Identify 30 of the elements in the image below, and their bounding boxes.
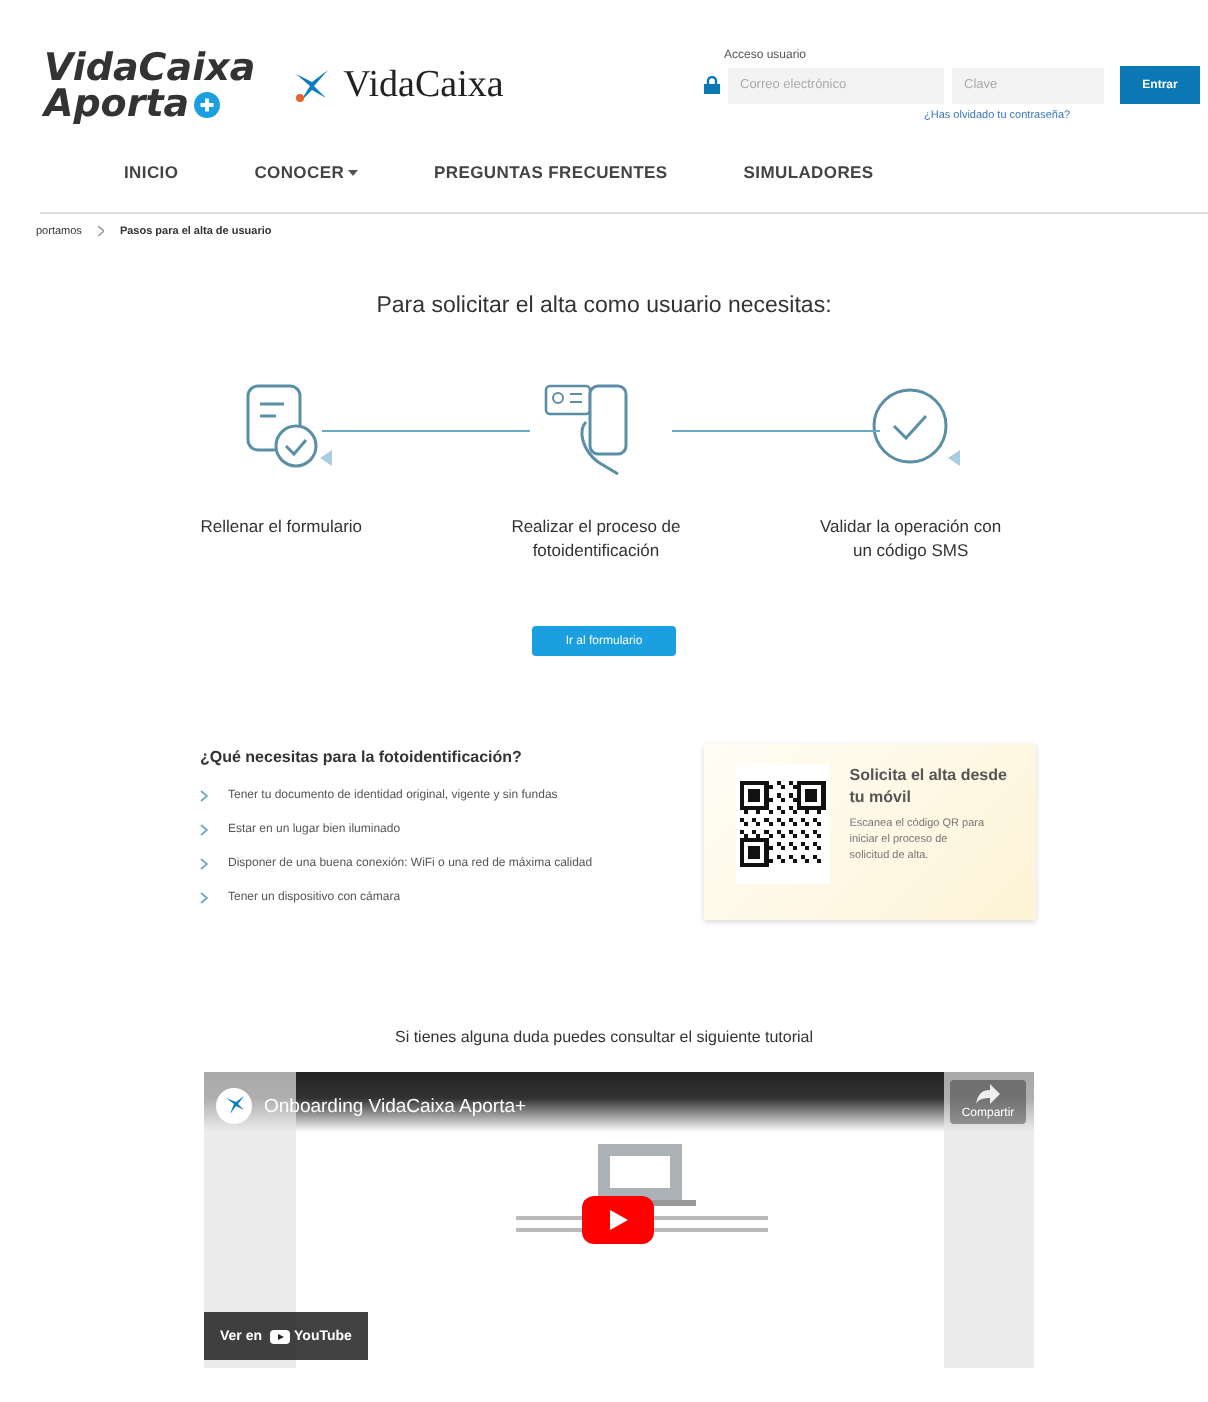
step-label: Validar la operación con un código SMS <box>818 514 1004 562</box>
logo-text: Aporta <box>44 86 190 122</box>
play-button[interactable] <box>582 1196 654 1244</box>
nav-item[interactable]: SIMULADORES <box>743 160 874 184</box>
card-title: Solicita el alta desde tu móvil <box>849 764 1009 808</box>
channel-avatar-icon[interactable] <box>216 1088 252 1124</box>
video-title[interactable]: Onboarding VidaCaixa Aporta+ <box>264 1095 527 1117</box>
chevron-icon <box>200 857 208 869</box>
check-circle-icon <box>873 388 961 466</box>
lock-icon <box>704 76 720 94</box>
chevron-icon <box>200 891 208 903</box>
phone-id-card-icon <box>544 384 628 476</box>
chevron-icon <box>200 823 208 835</box>
chevron-icon <box>200 789 208 801</box>
tutorial-text: Si tienes alguna duda puedes consultar el siguiente tutorial <box>392 1028 816 1046</box>
qr-code <box>736 764 830 884</box>
brand-name: VidaCaixa <box>343 64 504 108</box>
step-label: Realizar el proceso de fotoidentificación <box>509 514 683 562</box>
nav-item[interactable]: CONOCER <box>254 160 359 184</box>
requirements-title: ¿Qué necesitas para la fotoidentificación? <box>200 748 524 766</box>
chevron-icon <box>97 226 104 236</box>
logo-text: VidaCaixa <box>44 50 256 86</box>
form-check-icon <box>245 384 332 468</box>
share-arrow-icon <box>976 1084 1000 1104</box>
nav-item[interactable]: PREGUNTAS FRECUENTES <box>434 160 668 184</box>
step-label: Rellenar el formulario <box>198 514 365 538</box>
play-logo-icon <box>270 1329 291 1343</box>
nav-item[interactable]: INICIO <box>124 160 179 184</box>
section-heading: Para solicitar el alta como usuario necesitas: <box>374 294 834 318</box>
plus-circle-icon <box>193 91 220 117</box>
